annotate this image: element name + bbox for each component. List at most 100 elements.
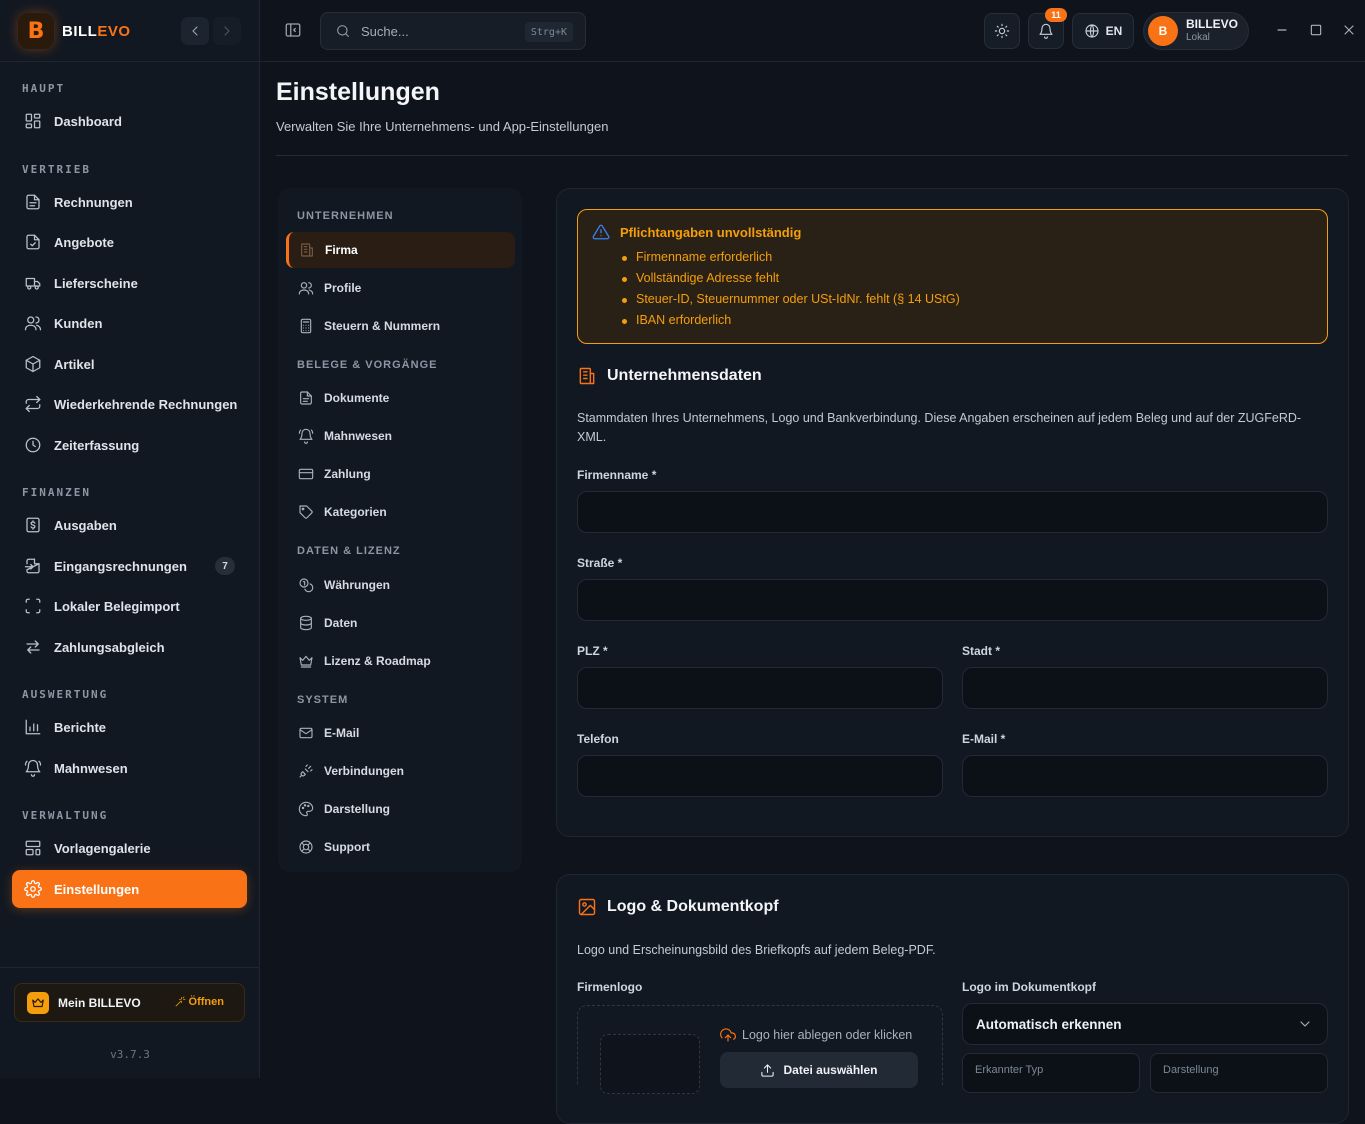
avatar: B — [1148, 16, 1178, 46]
settings-item-firma[interactable]: Firma — [286, 232, 515, 268]
settings-item-dokumente[interactable]: Dokumente — [286, 380, 515, 416]
mail-icon — [299, 727, 313, 739]
email-input[interactable] — [962, 755, 1328, 797]
users-icon — [24, 316, 42, 331]
history-nav — [181, 17, 241, 45]
sidebar-item-label: Zeiterfassung — [54, 437, 140, 453]
settings-group-system: SYSTEM — [297, 694, 349, 706]
sidebar-item-label: Eingangsrechnungen — [54, 558, 187, 574]
search-placeholder: Suche... — [361, 23, 409, 39]
sidebar-item-label: Wiederkehrende Rechnungen — [54, 396, 238, 412]
settings-item-label: Kategorien — [324, 505, 387, 519]
section-description: Logo und Erscheinungsbild des Briefkopfs… — [577, 943, 936, 957]
settings-item-profile[interactable]: Profile — [286, 270, 515, 306]
sidebar-item-belegimport[interactable]: Lokaler Belegimport — [12, 587, 247, 625]
user-menu-button[interactable]: B BILLEVO Lokal — [1143, 12, 1249, 50]
detected-type-field: Erkannter Typ — [962, 1053, 1140, 1093]
mein-billevo-card[interactable]: Mein BILLEVO Öffnen — [14, 983, 245, 1022]
file-text-icon — [300, 391, 312, 405]
main-content: Einstellungen Verwalten Sie Ihre Unterne… — [260, 62, 1365, 1124]
user-info: BILLEVO Lokal — [1186, 17, 1239, 44]
settings-item-verbindungen[interactable]: Verbindungen — [286, 753, 515, 789]
upload-icon — [761, 1063, 775, 1077]
firmenlogo-label: Firmenlogo — [577, 980, 643, 994]
user-name: BILLEVO — [1186, 17, 1239, 32]
settings-item-label: Support — [324, 840, 370, 854]
settings-item-mahnwesen[interactable]: Mahnwesen — [286, 418, 515, 454]
plz-input[interactable] — [577, 667, 943, 709]
settings-item-zahlung[interactable]: Zahlung — [286, 456, 515, 492]
sidebar-item-einstellungen[interactable]: Einstellungen — [12, 870, 247, 908]
maximize-window-button[interactable] — [1308, 22, 1324, 38]
settings-item-steuern[interactable]: Steuern & Nummern — [286, 308, 515, 344]
dashboard-grid-icon — [25, 113, 41, 129]
stadt-input[interactable] — [962, 667, 1328, 709]
plug-icon — [299, 764, 313, 778]
telefon-label: Telefon — [577, 732, 619, 746]
forward-button[interactable] — [213, 17, 241, 45]
header-divider — [276, 155, 1348, 156]
strasse-label: Straße * — [577, 556, 623, 570]
brand[interactable]: B BILLEVO — [18, 12, 131, 50]
telefon-input[interactable] — [577, 755, 943, 797]
file-check-icon — [26, 234, 40, 250]
stadt-label: Stadt * — [962, 644, 1001, 658]
display-mode-label: Darstellung — [1163, 1064, 1219, 1076]
sidebar-item-label: Mahnwesen — [54, 760, 128, 776]
bell-ring-icon — [24, 759, 42, 777]
sidebar-item-angebote[interactable]: Angebote — [12, 223, 247, 261]
mein-billevo-label: Mein BILLEVO — [58, 995, 141, 1010]
open-button[interactable]: Öffnen — [174, 996, 224, 1008]
brand-name-first: BILL — [62, 22, 98, 40]
sidebar-toggle-button[interactable] — [284, 21, 302, 39]
firmenname-input[interactable] — [577, 491, 1328, 533]
image-icon — [578, 898, 596, 916]
palette-icon — [298, 801, 314, 817]
sidebar-item-kunden[interactable]: Kunden — [12, 304, 247, 342]
plz-label: PLZ * — [577, 644, 608, 658]
settings-item-lizenz[interactable]: Lizenz & Roadmap — [286, 643, 515, 679]
sidebar-item-zeiterfassung[interactable]: Zeiterfassung — [12, 426, 247, 464]
back-button[interactable] — [181, 17, 209, 45]
panel-left-icon — [285, 23, 301, 37]
settings-item-darstellung[interactable]: Darstellung — [286, 791, 515, 827]
sidebar-item-dashboard[interactable]: Dashboard — [12, 102, 247, 140]
logo-header-card: Logo & Dokumentkopf Logo und Erscheinung… — [556, 874, 1349, 1124]
sidebar-item-label: Ausgaben — [54, 517, 117, 533]
clock-icon — [25, 437, 41, 453]
strasse-input[interactable] — [577, 579, 1328, 621]
settings-item-label: Mahnwesen — [324, 429, 393, 443]
settings-item-support[interactable]: Support — [286, 829, 515, 865]
logo-dropzone[interactable]: Logo hier ablegen oder klicken Datei aus… — [577, 1005, 943, 1094]
settings-item-email[interactable]: E-Mail — [286, 715, 515, 751]
sidebar-item-artikel[interactable]: Artikel — [12, 345, 247, 383]
theme-toggle-button[interactable] — [984, 13, 1020, 49]
alert-item: IBAN erforderlich — [620, 313, 960, 334]
settings-item-label: Währungen — [324, 578, 390, 592]
users-icon — [298, 282, 314, 295]
open-button-label: Öffnen — [188, 996, 224, 1008]
sidebar-item-rechnungen[interactable]: Rechnungen — [12, 183, 247, 221]
sidebar-item-vorlagengalerie[interactable]: Vorlagengalerie — [12, 829, 247, 867]
close-window-button[interactable] — [1341, 22, 1357, 38]
language-button[interactable]: EN — [1072, 13, 1134, 49]
alert-item: Vollständige Adresse fehlt — [620, 271, 960, 292]
choose-file-button[interactable]: Datei auswählen — [720, 1052, 918, 1088]
settings-item-kategorien[interactable]: Kategorien — [286, 494, 515, 530]
bell-ring-icon — [298, 428, 314, 444]
sidebar-item-ausgaben[interactable]: Ausgaben — [12, 506, 247, 544]
sidebar-item-eingangsrechnungen[interactable]: Eingangsrechnungen 7 — [12, 547, 247, 585]
settings-item-waehrungen[interactable]: Währungen — [286, 567, 515, 603]
section-title: Unternehmensdaten — [607, 367, 762, 384]
sidebar-item-label: Kunden — [54, 315, 103, 331]
header-logo-select[interactable]: Automatisch erkennen — [962, 1003, 1328, 1045]
sidebar-item-mahnwesen[interactable]: Mahnwesen — [12, 749, 247, 787]
settings-item-daten[interactable]: Daten — [286, 605, 515, 641]
search-input[interactable]: Suche... Strg+K — [320, 12, 586, 50]
sidebar-item-wiederkehrend[interactable]: Wiederkehrende Rechnungen — [12, 385, 247, 423]
sidebar-item-berichte[interactable]: Berichte — [12, 708, 247, 746]
sidebar-item-zahlungsabgleich[interactable]: Zahlungsabgleich — [12, 628, 247, 666]
minimize-window-button[interactable] — [1274, 22, 1290, 38]
sidebar-item-lieferscheine[interactable]: Lieferscheine — [12, 264, 247, 302]
notifications-button[interactable]: 11 — [1028, 8, 1067, 49]
